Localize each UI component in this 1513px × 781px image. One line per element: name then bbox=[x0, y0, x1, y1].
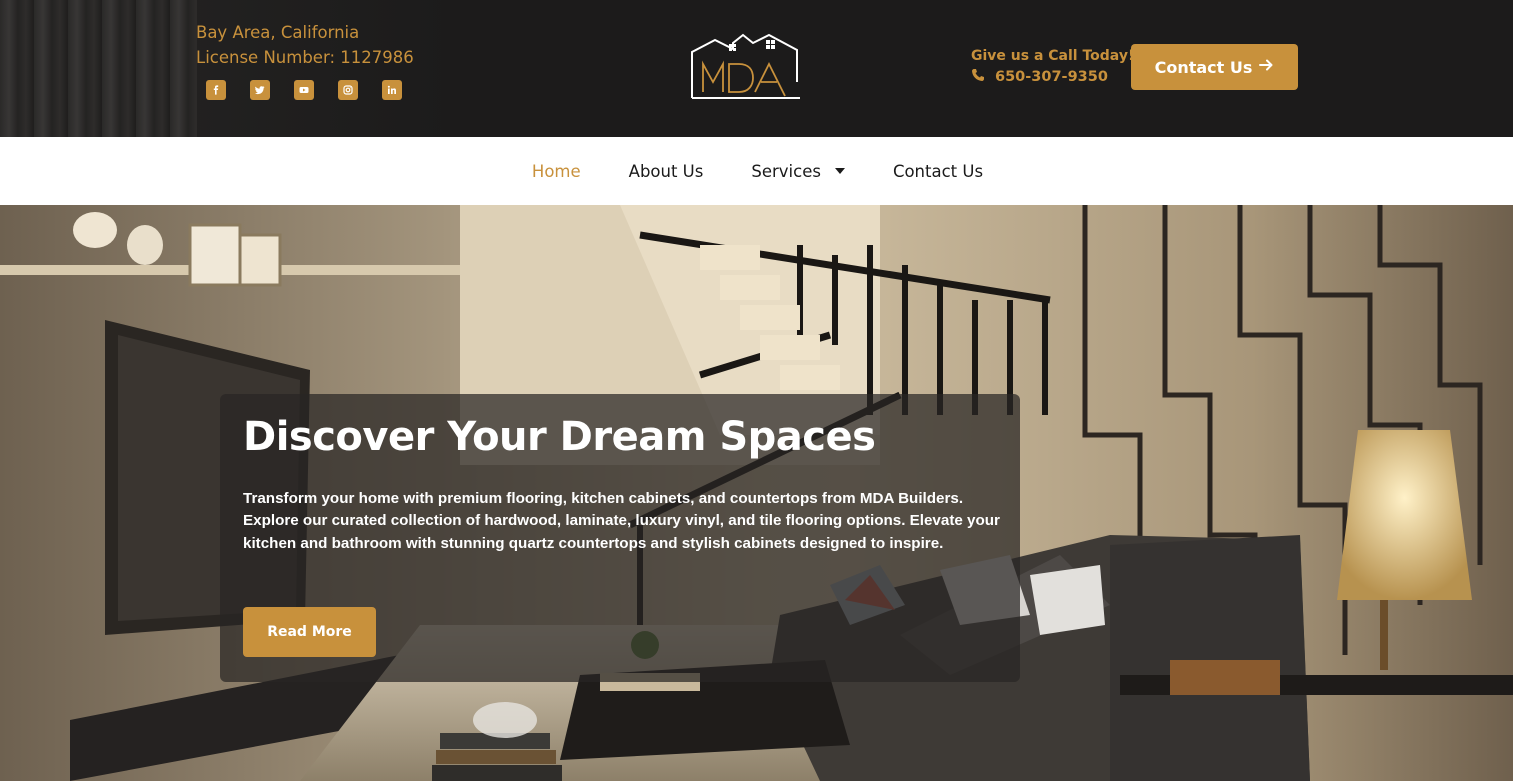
mda-logo[interactable] bbox=[689, 30, 803, 102]
phone-number: 650-307-9350 bbox=[995, 69, 1108, 85]
contact-info: Bay Area, California License Number: 112… bbox=[196, 20, 414, 100]
contact-us-button-label: Contact Us bbox=[1154, 57, 1253, 77]
hero-card: Discover Your Dream Spaces Transform you… bbox=[220, 394, 1020, 682]
main-nav: Home About Us Services Contact Us bbox=[0, 137, 1513, 205]
linkedin-icon[interactable] bbox=[382, 80, 402, 100]
phone-link[interactable]: 650-307-9350 bbox=[971, 68, 1134, 86]
curtain-background bbox=[0, 0, 197, 137]
hero-title: Discover Your Dream Spaces bbox=[243, 414, 876, 460]
phone-icon bbox=[971, 68, 985, 86]
social-links bbox=[206, 80, 414, 100]
youtube-icon[interactable] bbox=[294, 80, 314, 100]
nav-item-label: About Us bbox=[628, 161, 704, 181]
nav-item-home[interactable]: Home bbox=[532, 162, 581, 181]
nav-item-about-us[interactable]: About Us bbox=[629, 162, 704, 181]
contact-us-button[interactable]: Contact Us bbox=[1131, 44, 1298, 90]
twitter-icon[interactable] bbox=[250, 80, 270, 100]
hero-section: Discover Your Dream Spaces Transform you… bbox=[0, 205, 1513, 781]
location-text: Bay Area, California bbox=[196, 23, 360, 42]
top-bar: Bay Area, California License Number: 112… bbox=[0, 0, 1513, 137]
call-title: Give us a Call Today! bbox=[971, 48, 1135, 64]
instagram-icon[interactable] bbox=[338, 80, 358, 100]
nav-item-contact-us[interactable]: Contact Us bbox=[893, 162, 983, 181]
license-text: License Number: 1127986 bbox=[196, 48, 414, 67]
facebook-icon[interactable] bbox=[206, 80, 226, 100]
nav-item-label: Services bbox=[751, 161, 821, 181]
nav-item-label: Contact Us bbox=[892, 161, 984, 181]
read-more-button[interactable]: Read More bbox=[243, 607, 376, 657]
arrow-right-icon bbox=[1258, 57, 1274, 77]
nav-item-label: Home bbox=[531, 161, 581, 181]
caret-down-icon bbox=[834, 168, 845, 174]
call-block: Give us a Call Today! 650-307-9350 bbox=[971, 48, 1134, 86]
nav-item-services[interactable]: Services bbox=[751, 162, 845, 181]
hero-description: Transform your home with premium floorin… bbox=[243, 490, 1000, 552]
